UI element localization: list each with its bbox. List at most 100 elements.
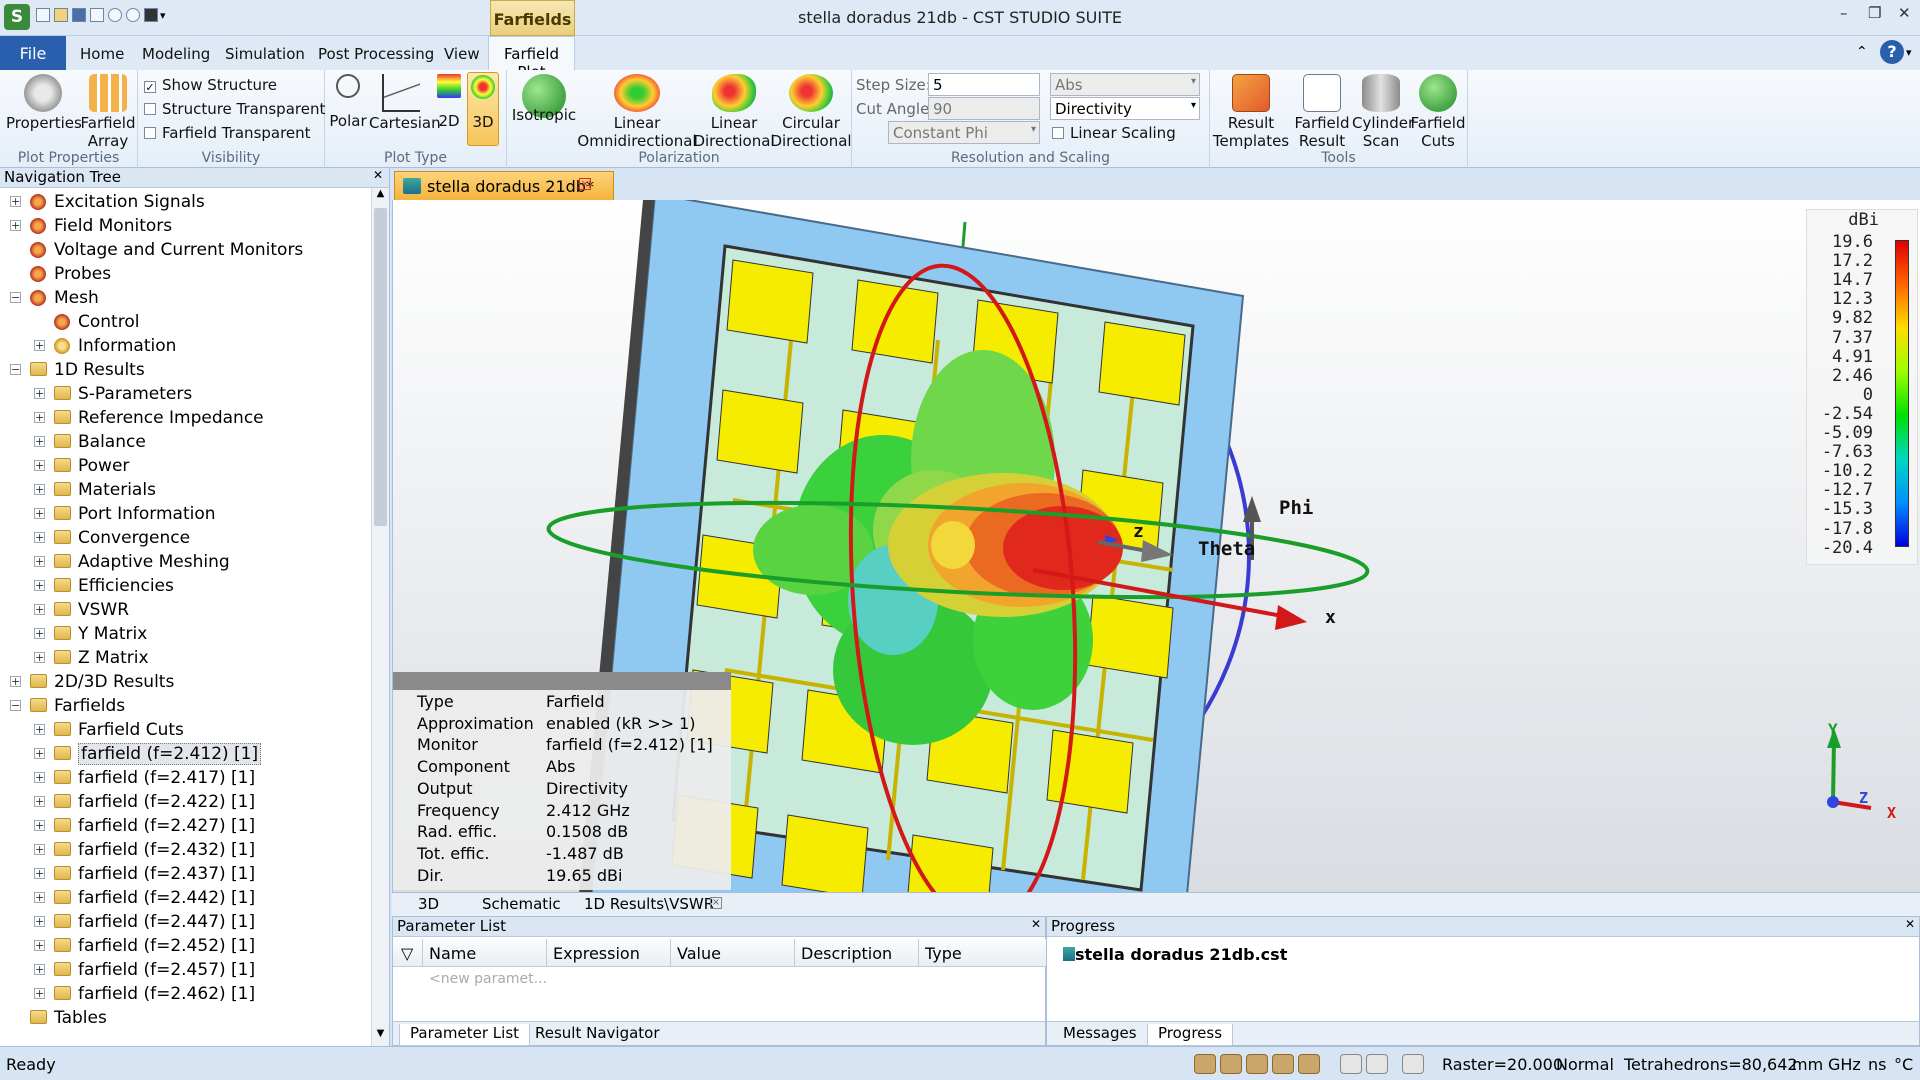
expand-icon[interactable]: + — [34, 964, 45, 975]
properties-button[interactable]: Properties — [6, 74, 82, 132]
expand-icon[interactable]: + — [34, 556, 45, 567]
farfield-result-button[interactable]: Farfield Result — [1290, 74, 1354, 150]
tree-item[interactable]: + Field Monitors — [0, 214, 370, 238]
tab-home[interactable]: Home — [80, 45, 124, 63]
close-panel-icon[interactable]: ✕ — [1905, 917, 1915, 931]
expand-icon[interactable]: + — [34, 652, 45, 663]
result-templates-button[interactable]: Result Templates — [1212, 74, 1290, 150]
expand-icon[interactable]: + — [34, 436, 45, 447]
farfield-transparent-checkbox[interactable]: Farfield Transparent — [144, 124, 311, 142]
tab-parameter-list[interactable]: Parameter List — [399, 1024, 531, 1046]
expand-icon[interactable]: + — [34, 460, 45, 471]
show-structure-checkbox[interactable]: ✓ Show Structure — [144, 76, 277, 94]
linear-scaling-checkbox[interactable]: Linear Scaling — [1052, 124, 1176, 142]
tree-item[interactable]: + VSWR — [0, 598, 370, 622]
status-unit-frequency[interactable]: GHz — [1828, 1055, 1861, 1074]
restore-button[interactable]: ❐ — [1868, 4, 1881, 22]
tree-item[interactable]: + Efficiencies — [0, 574, 370, 598]
tree-item[interactable]: +2D/3D Results — [0, 670, 370, 694]
circular-directional-button[interactable]: Circular Directional — [769, 74, 853, 150]
tree-item[interactable]: + farfield (f=2.457) [1] — [0, 958, 370, 982]
tree-item[interactable]: + Convergence — [0, 526, 370, 550]
expand-icon[interactable]: + — [34, 844, 45, 855]
tree-item[interactable]: + farfield (f=2.432) [1] — [0, 838, 370, 862]
expand-icon[interactable]: + — [34, 532, 45, 543]
minimize-button[interactable]: – — [1840, 4, 1848, 22]
progress-item[interactable]: stella doradus 21db.cst — [1063, 945, 1287, 964]
tree-item[interactable]: + Port Information — [0, 502, 370, 526]
tab-result-navigator[interactable]: Result Navigator — [525, 1024, 670, 1046]
tree-item[interactable]: + farfield (f=2.452) [1] — [0, 934, 370, 958]
tab-3d[interactable]: 3D — [418, 895, 439, 913]
expand-icon[interactable]: + — [34, 868, 45, 879]
expand-icon[interactable]: + — [34, 388, 45, 399]
tree-item[interactable]: − 1D Results — [0, 358, 370, 382]
expand-icon[interactable]: + — [34, 988, 45, 999]
collapse-ribbon-icon[interactable]: ⌃ — [1856, 44, 1868, 60]
zoom-fit-icon[interactable] — [1298, 1054, 1320, 1074]
polar-button[interactable]: Polar — [327, 74, 369, 130]
cut-angle-input[interactable]: 90 — [928, 97, 1040, 120]
tree-item[interactable]: + farfield (f=2.427) [1] — [0, 814, 370, 838]
tree-item[interactable]: + farfield (f=2.447) [1] — [0, 910, 370, 934]
collapse-icon[interactable]: − — [10, 364, 21, 375]
expand-icon[interactable]: + — [34, 796, 45, 807]
expand-icon[interactable]: + — [34, 772, 45, 783]
isotropic-button[interactable]: Isotropic — [509, 74, 579, 138]
tree-item[interactable]: − Mesh — [0, 286, 370, 310]
tab-post-processing[interactable]: Post Processing — [318, 45, 434, 63]
zoom-window-icon[interactable] — [1272, 1054, 1294, 1074]
file-tab[interactable]: File — [0, 36, 66, 70]
tree-item[interactable]: + farfield (f=2.422) [1] — [0, 790, 370, 814]
reset-view-icon[interactable] — [1340, 1054, 1362, 1074]
tree-item[interactable]: + farfield (f=2.437) [1] — [0, 862, 370, 886]
status-unit-temperature[interactable]: °C — [1894, 1055, 1913, 1074]
expand-icon[interactable]: + — [34, 484, 45, 495]
expand-icon[interactable]: + — [34, 604, 45, 615]
tree-item[interactable]: + Farfield Cuts — [0, 718, 370, 742]
component-dropdown[interactable]: Abs ▾ — [1050, 73, 1200, 96]
farfield-cuts-button[interactable]: Farfield Cuts — [1410, 74, 1466, 150]
expand-icon[interactable]: + — [10, 196, 21, 207]
scroll-up-arrow-icon[interactable]: ▲ — [372, 188, 389, 206]
filter-column[interactable]: ▽ — [393, 939, 423, 967]
tree-item[interactable]: + Power — [0, 454, 370, 478]
expand-icon[interactable]: + — [34, 892, 45, 903]
expand-icon[interactable]: + — [34, 412, 45, 423]
pan-icon[interactable] — [1220, 1054, 1242, 1074]
plot-2d-button[interactable]: 2D — [433, 74, 465, 130]
tree-item[interactable]: + Z Matrix — [0, 646, 370, 670]
expand-icon[interactable]: + — [34, 580, 45, 591]
linear-directional-button[interactable]: Linear Directional — [692, 74, 776, 150]
expand-icon[interactable]: + — [34, 628, 45, 639]
constant-phi-dropdown[interactable]: Constant Phi ▾ — [888, 121, 1040, 144]
expand-icon[interactable]: + — [34, 724, 45, 735]
expand-icon[interactable]: + — [34, 916, 45, 927]
close-tab-icon[interactable]: × — [579, 178, 591, 190]
expand-icon[interactable]: + — [10, 220, 21, 231]
tree-item[interactable]: + farfield (f=2.417) [1] — [0, 766, 370, 790]
tree-scrollbar[interactable]: ▲ ▼ — [371, 188, 389, 1046]
tree-item[interactable]: − Farfields — [0, 694, 370, 718]
status-unit-time[interactable]: ns — [1868, 1055, 1886, 1074]
expand-icon[interactable]: + — [34, 748, 45, 759]
tree-item[interactable]: + S-Parameters — [0, 382, 370, 406]
tab-1d-results-vswr[interactable]: 1D Results\VSWR — [584, 895, 714, 913]
rotate-icon[interactable] — [1246, 1054, 1268, 1074]
tab-schematic[interactable]: Schematic — [482, 895, 561, 913]
collapse-icon[interactable]: − — [10, 292, 21, 303]
help-dropdown-icon[interactable]: ▾ — [1906, 46, 1912, 59]
cartesian-button[interactable]: Cartesian — [369, 74, 441, 132]
structure-transparent-checkbox[interactable]: Structure Transparent — [144, 100, 325, 118]
tab-view[interactable]: View — [444, 45, 480, 63]
step-size-input[interactable]: 5 — [928, 73, 1040, 96]
close-panel-icon[interactable]: ✕ — [1031, 917, 1041, 931]
tab-progress[interactable]: Progress — [1147, 1024, 1234, 1046]
view-cube-icon[interactable] — [1402, 1054, 1424, 1074]
column-header-value[interactable]: Value — [671, 939, 795, 967]
column-header-description[interactable]: Description — [795, 939, 919, 967]
tree-item[interactable]: + Excitation Signals — [0, 190, 370, 214]
tree-item[interactable]: + farfield (f=2.442) [1] — [0, 886, 370, 910]
tree-item[interactable]: Control — [0, 310, 370, 334]
column-header-name[interactable]: Name — [423, 939, 547, 967]
